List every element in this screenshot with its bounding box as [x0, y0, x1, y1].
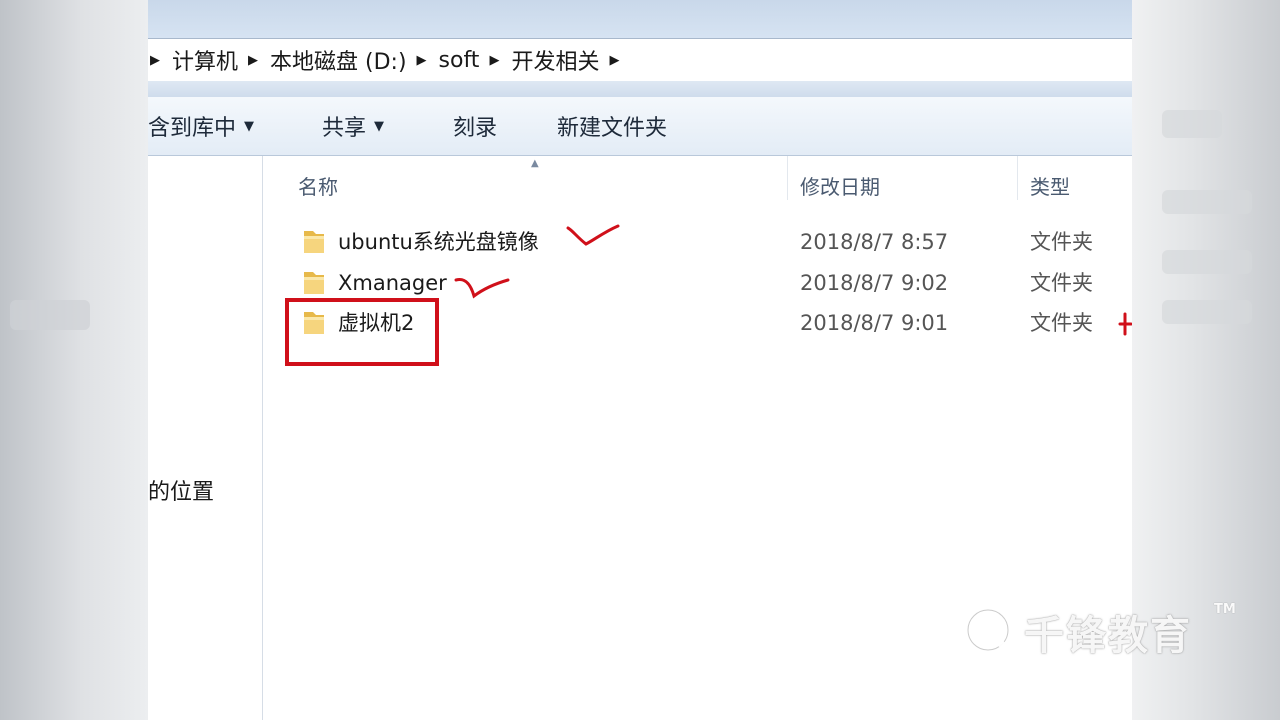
include-in-library-button[interactable]: 含到库中 ▼: [148, 97, 254, 155]
red-highlight-box: [285, 298, 439, 366]
watermark-logo: 千锋教育 TM: [962, 600, 1236, 664]
breadcrumb-chevron-icon[interactable]: ▶: [609, 53, 619, 68]
brand-logo-icon: [964, 606, 1016, 660]
file-date: 2018/8/7 8:57: [800, 230, 949, 254]
address-bar[interactable]: ▶ 计算机 ▶ 本地磁盘 (D:) ▶ soft ▶ 开发相关 ▶: [148, 38, 1132, 82]
file-row[interactable]: ubuntu系统光盘镜像 2018/8/7 8:57 文件夹: [263, 222, 1132, 262]
column-divider[interactable]: [787, 156, 788, 200]
breadcrumb-chevron-icon[interactable]: ▶: [248, 53, 258, 68]
folder-icon: [304, 231, 324, 253]
blurred-background-left: [0, 0, 148, 720]
watermark-text: 千锋教育: [1024, 613, 1192, 659]
burn-label: 刻录: [453, 116, 498, 141]
new-folder-button[interactable]: 新建文件夹: [557, 97, 667, 155]
breadcrumb-item-soft[interactable]: soft: [439, 48, 480, 73]
breadcrumb-chevron-icon[interactable]: ▶: [489, 53, 499, 68]
command-toolbar: 含到库中 ▼ 共享 ▼ 刻录 新建文件夹: [148, 97, 1132, 156]
caret-down-icon: ▼: [374, 118, 385, 134]
breadcrumb-chevron-icon[interactable]: ▶: [150, 53, 160, 68]
burn-button[interactable]: 刻录: [453, 97, 497, 155]
file-type: 文件夹: [1030, 230, 1093, 254]
file-type: 文件夹: [1030, 311, 1093, 335]
share-label: 共享: [322, 116, 367, 141]
file-row[interactable]: Xmanager 2018/8/7 9:02 文件夹: [263, 263, 1132, 303]
title-bar: [148, 0, 1132, 38]
red-mark-icon: [1118, 312, 1132, 336]
column-header-type[interactable]: 类型: [1030, 156, 1070, 214]
red-checkmark-icon: [454, 278, 510, 299]
column-header-date[interactable]: 修改日期: [800, 156, 880, 214]
file-name: ubuntu系统光盘镜像: [338, 230, 539, 254]
navigation-pane: 的位置: [148, 156, 263, 720]
caret-down-icon: ▼: [244, 118, 255, 134]
header-band: [148, 81, 1132, 97]
nav-item-locations[interactable]: 的位置: [148, 474, 214, 506]
breadcrumb: ▶ 计算机 ▶ 本地磁盘 (D:) ▶ soft ▶ 开发相关 ▶: [148, 39, 631, 81]
column-divider[interactable]: [1017, 156, 1018, 200]
breadcrumb-item-dev[interactable]: 开发相关: [511, 44, 599, 76]
breadcrumb-item-disk-d[interactable]: 本地磁盘 (D:): [270, 44, 407, 76]
include-in-library-label: 含到库中: [148, 116, 237, 141]
share-button[interactable]: 共享 ▼: [322, 97, 384, 155]
new-folder-label: 新建文件夹: [557, 116, 668, 141]
file-date: 2018/8/7 9:02: [800, 271, 949, 295]
column-header-name[interactable]: 名称: [298, 156, 338, 214]
file-name: Xmanager: [338, 271, 447, 295]
folder-icon: [304, 272, 324, 294]
sort-ascending-icon: ▲: [531, 158, 539, 169]
breadcrumb-chevron-icon[interactable]: ▶: [417, 53, 427, 68]
file-date: 2018/8/7 9:01: [800, 311, 949, 335]
trademark-mark: TM: [1214, 602, 1236, 617]
file-type: 文件夹: [1030, 271, 1093, 295]
breadcrumb-item-computer[interactable]: 计算机: [172, 44, 238, 76]
red-checkmark-icon: [566, 224, 620, 246]
